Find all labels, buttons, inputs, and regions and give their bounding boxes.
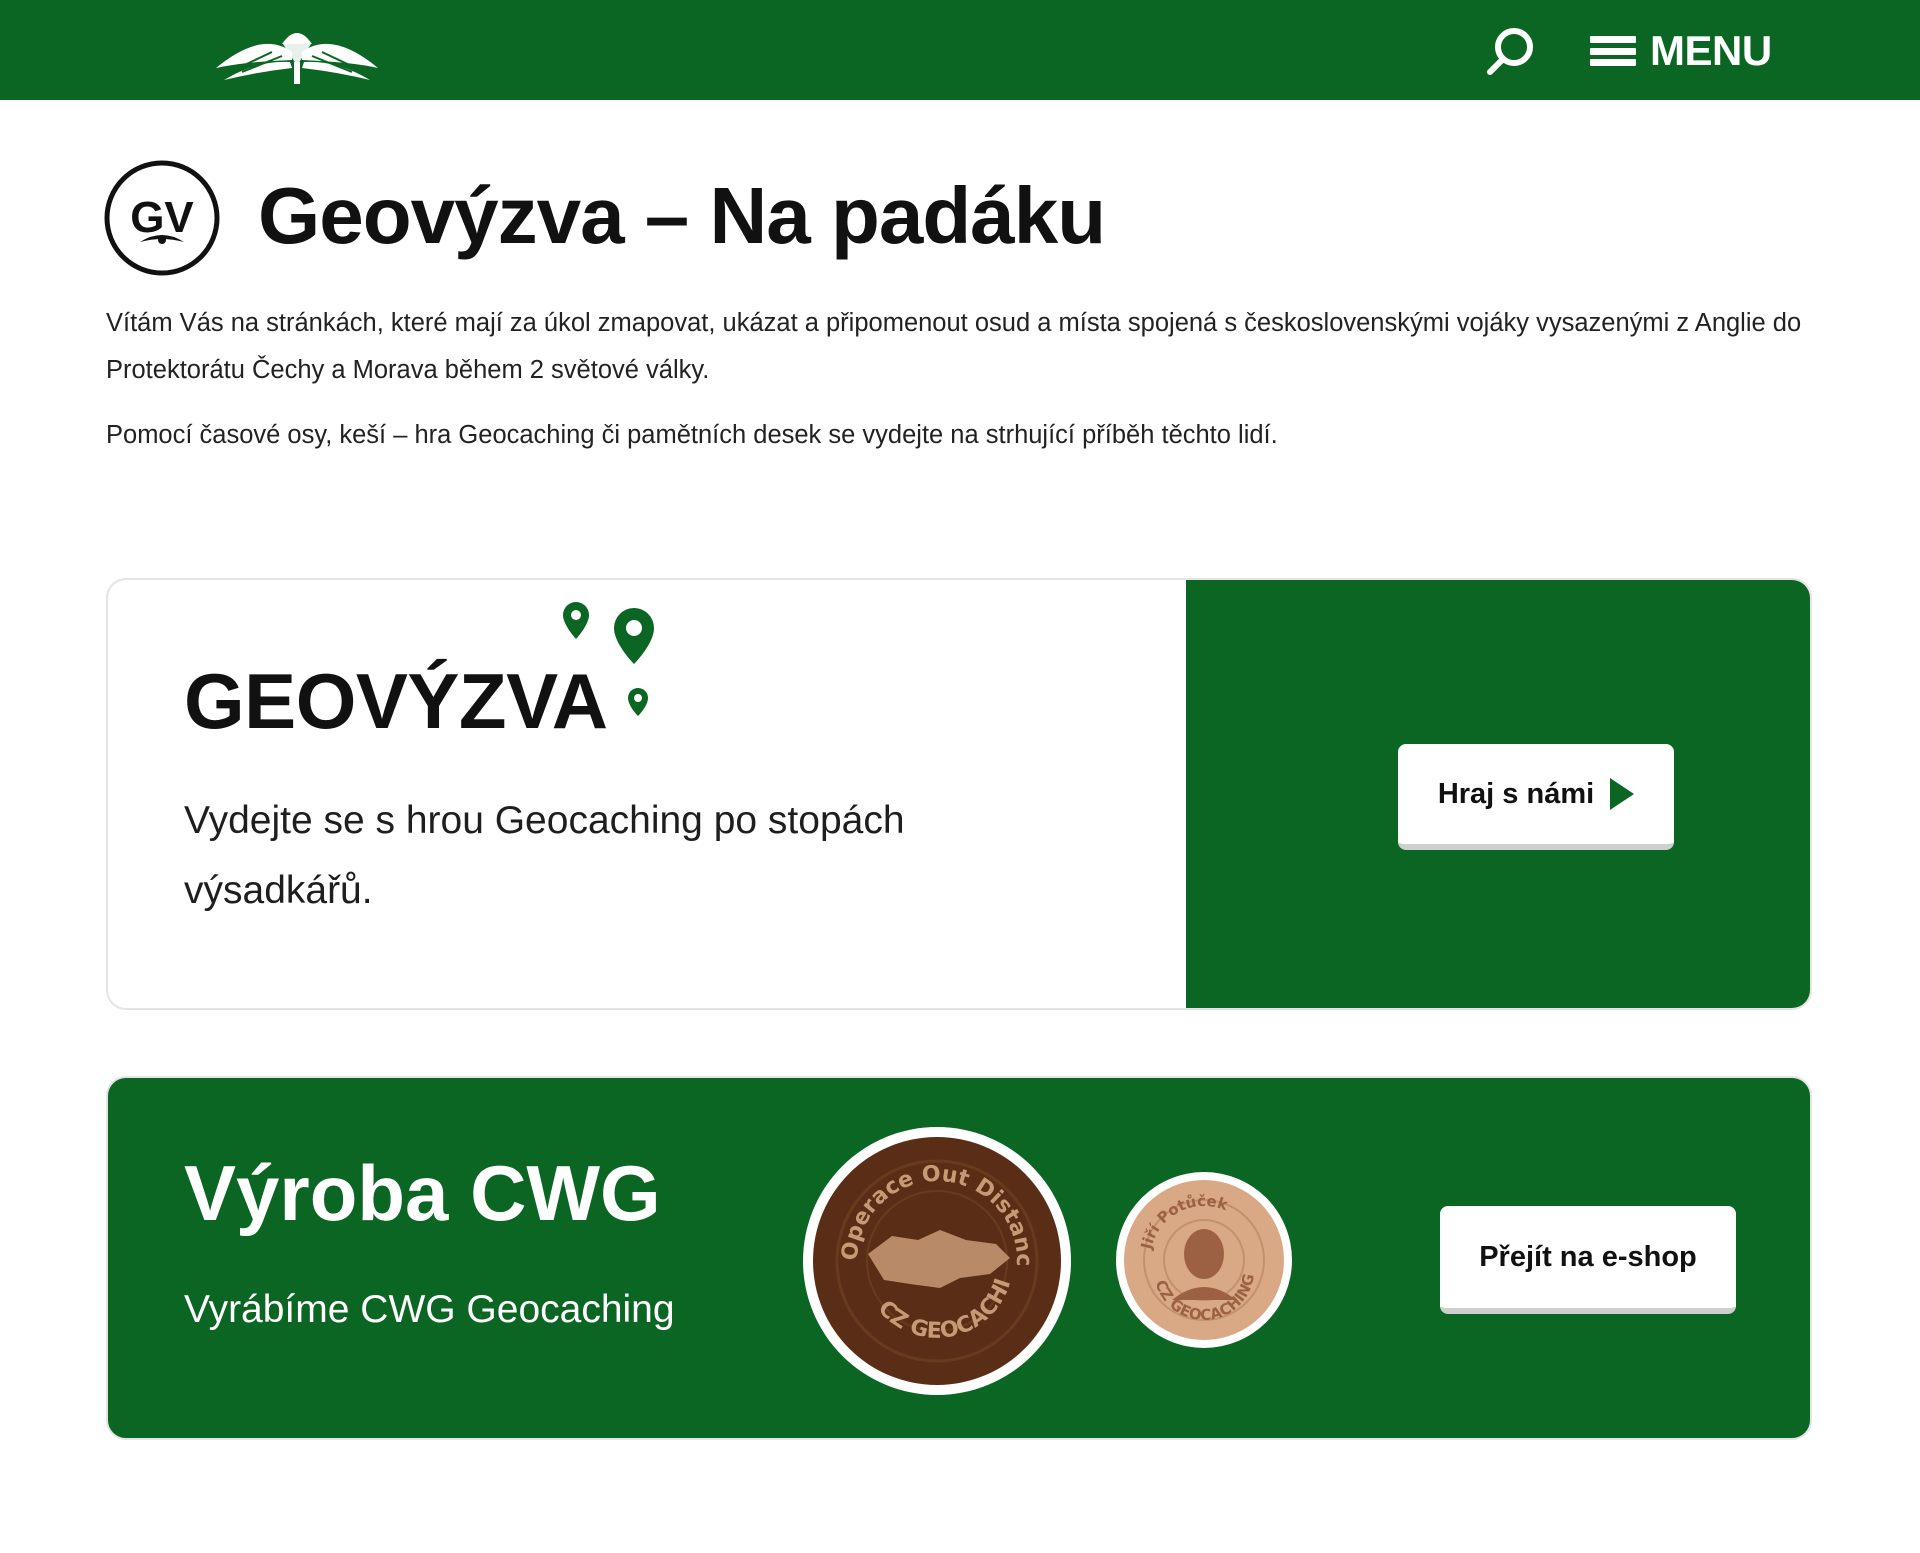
menu-button[interactable]: MENU: [1590, 26, 1772, 76]
wooden-coin-large: Operace Out Distance CZ GEOCACHING: [800, 1124, 1071, 1395]
play-with-us-button[interactable]: Hraj s námi: [1398, 744, 1674, 850]
cwg-heading: Výroba CWG: [184, 1149, 661, 1237]
intro-paragraph-2: Pomocí časové osy, keší – hra Geocaching…: [106, 421, 1278, 449]
gv-logo-text: GV: [130, 193, 194, 242]
menu-label: MENU: [1650, 27, 1772, 74]
intro-paragraph-1: Vítám Vás na stránkách, které mají za úk…: [106, 309, 1802, 384]
go-to-eshop-label: Přejít na e-shop: [1479, 1240, 1697, 1273]
wooden-coin-small: Jiří Potůček CZ GEOCACHING: [1116, 1172, 1292, 1348]
geovyzva-heading: GEOVÝZVA: [184, 657, 608, 745]
search-icon: [1487, 28, 1533, 75]
map-pins-icon: [563, 602, 654, 716]
intro-text: Vítám Vás na stránkách, které mají za úk…: [106, 300, 1826, 459]
search-button[interactable]: [1484, 24, 1538, 78]
go-to-eshop-button[interactable]: Přejít na e-shop: [1440, 1206, 1736, 1314]
cwg-text: Vyrábíme CWG Geocaching: [184, 1288, 675, 1331]
page-title: Geovýzva – Na padáku: [258, 171, 1106, 260]
site-header: MENU: [0, 0, 1920, 100]
geovyzva-text: Vydejte se s hrou Geocaching po stopách …: [184, 799, 905, 912]
gv-circle-logo[interactable]: GV: [104, 160, 220, 276]
play-arrow-icon: [1610, 778, 1635, 810]
hamburger-icon: [1590, 33, 1636, 69]
parachute-wings-logo[interactable]: [212, 22, 382, 86]
play-with-us-label: Hraj s námi: [1437, 777, 1595, 810]
